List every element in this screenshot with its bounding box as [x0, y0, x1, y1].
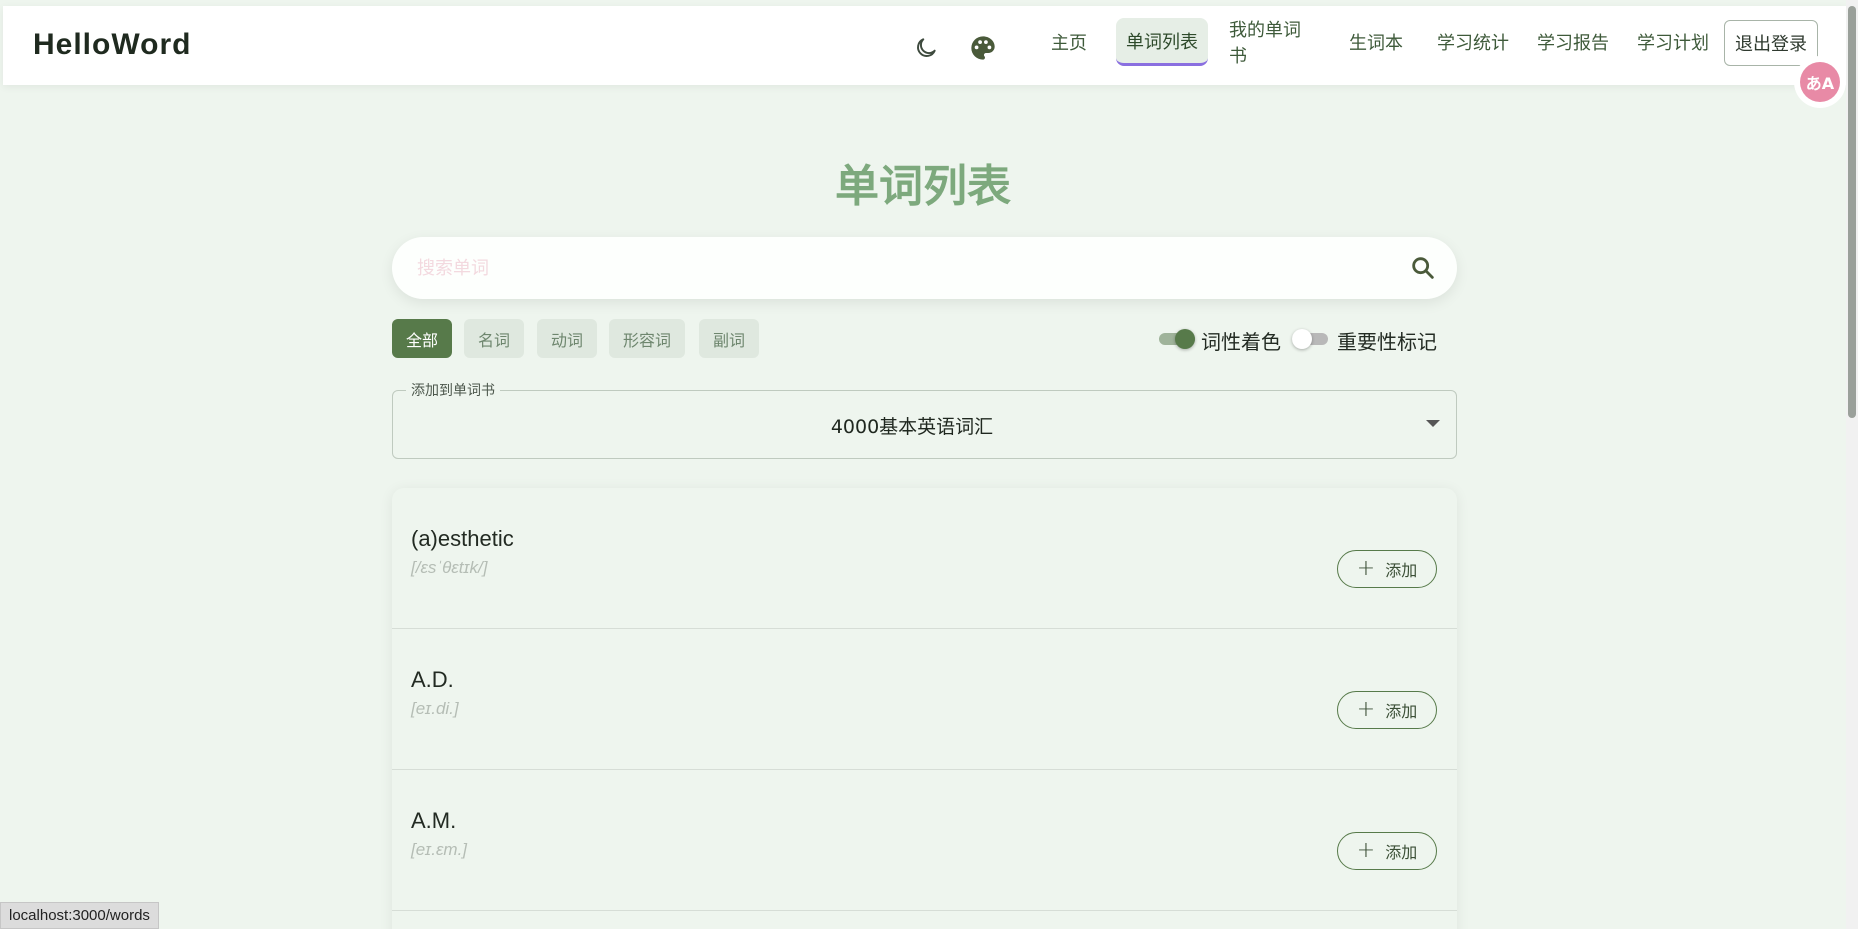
word-text: (a)esthetic	[411, 526, 514, 551]
brand-logo[interactable]: HelloWord	[33, 28, 191, 62]
filter-adverb[interactable]: 副词	[699, 319, 760, 358]
wordbook-select-value[interactable]: 4000基本英语词汇	[392, 412, 1432, 439]
search-bar	[392, 237, 1457, 299]
nav-study-report[interactable]: 学习报告	[1527, 18, 1619, 66]
top-header: HelloWord 主页 单词列表 我的单词书 生词本 学习统计 学习报告 学习…	[3, 6, 1846, 85]
nav-study-plan[interactable]: 学习计划	[1627, 18, 1719, 66]
plus-icon: +	[1356, 838, 1376, 863]
page-scrollbar[interactable]	[1846, 0, 1858, 929]
toggle-knob	[1292, 329, 1312, 349]
search-input[interactable]	[417, 249, 1377, 287]
plus-icon: +	[1356, 556, 1376, 581]
logout-button[interactable]: 退出登录	[1724, 20, 1818, 66]
word-phonetic: [/ɛsˈθɛtɪk/]	[411, 558, 488, 577]
word-text: A.D.	[411, 667, 454, 692]
importance-toggle[interactable]	[1292, 329, 1328, 349]
add-word-button[interactable]: + 添加	[1337, 550, 1437, 588]
page-title: 单词列表	[835, 161, 1011, 212]
scrollbar-thumb[interactable]	[1848, 6, 1856, 418]
word-row: (a)esthetic [/ɛsˈθɛtɪk/] + 添加	[392, 488, 1457, 629]
filter-noun[interactable]: 名词	[464, 319, 525, 358]
filter-verb[interactable]: 动词	[537, 319, 598, 358]
status-bar-url: localhost:3000/words	[0, 902, 159, 929]
word-row: A.M. [eɪ.ɛm.] + 添加	[392, 770, 1457, 911]
nav-word-list[interactable]: 单词列表	[1116, 18, 1208, 66]
pos-color-toggle[interactable]	[1159, 329, 1195, 349]
word-row: A.D. [eɪ.di.] + 添加	[392, 629, 1457, 770]
moon-icon[interactable]	[909, 31, 943, 65]
word-phonetic: [eɪ.ɛm.]	[411, 840, 468, 859]
nav-my-wordbooks[interactable]: 我的单词书	[1219, 18, 1327, 67]
nav-study-stats[interactable]: 学习统计	[1427, 18, 1519, 66]
filter-adjective[interactable]: 形容词	[609, 319, 686, 358]
nav-vocab-notebook[interactable]: 生词本	[1339, 18, 1413, 66]
plus-icon: +	[1356, 697, 1376, 722]
word-phonetic: [eɪ.di.]	[411, 699, 459, 718]
toggle-knob	[1175, 329, 1195, 349]
search-icon[interactable]	[1409, 254, 1437, 282]
word-text: A.M.	[411, 808, 457, 833]
wordbook-select-label: 添加到单词书	[406, 380, 500, 400]
palette-icon[interactable]	[966, 31, 1000, 65]
filter-all[interactable]: 全部	[392, 319, 453, 358]
importance-label: 重要性标记	[1337, 330, 1437, 354]
add-word-button[interactable]: + 添加	[1337, 691, 1437, 729]
add-word-button[interactable]: + 添加	[1337, 832, 1437, 870]
nav-home[interactable]: 主页	[1039, 18, 1099, 66]
add-button-label: 添加	[1385, 843, 1418, 862]
caret-down-icon[interactable]	[1426, 420, 1440, 427]
pos-color-label: 词性着色	[1201, 330, 1281, 354]
translate-extension-icon[interactable]: あA	[1800, 62, 1840, 102]
word-list: (a)esthetic [/ɛsˈθɛtɪk/] + 添加 A.D. [eɪ.d…	[392, 488, 1457, 929]
add-button-label: 添加	[1385, 561, 1418, 580]
add-button-label: 添加	[1385, 702, 1418, 721]
